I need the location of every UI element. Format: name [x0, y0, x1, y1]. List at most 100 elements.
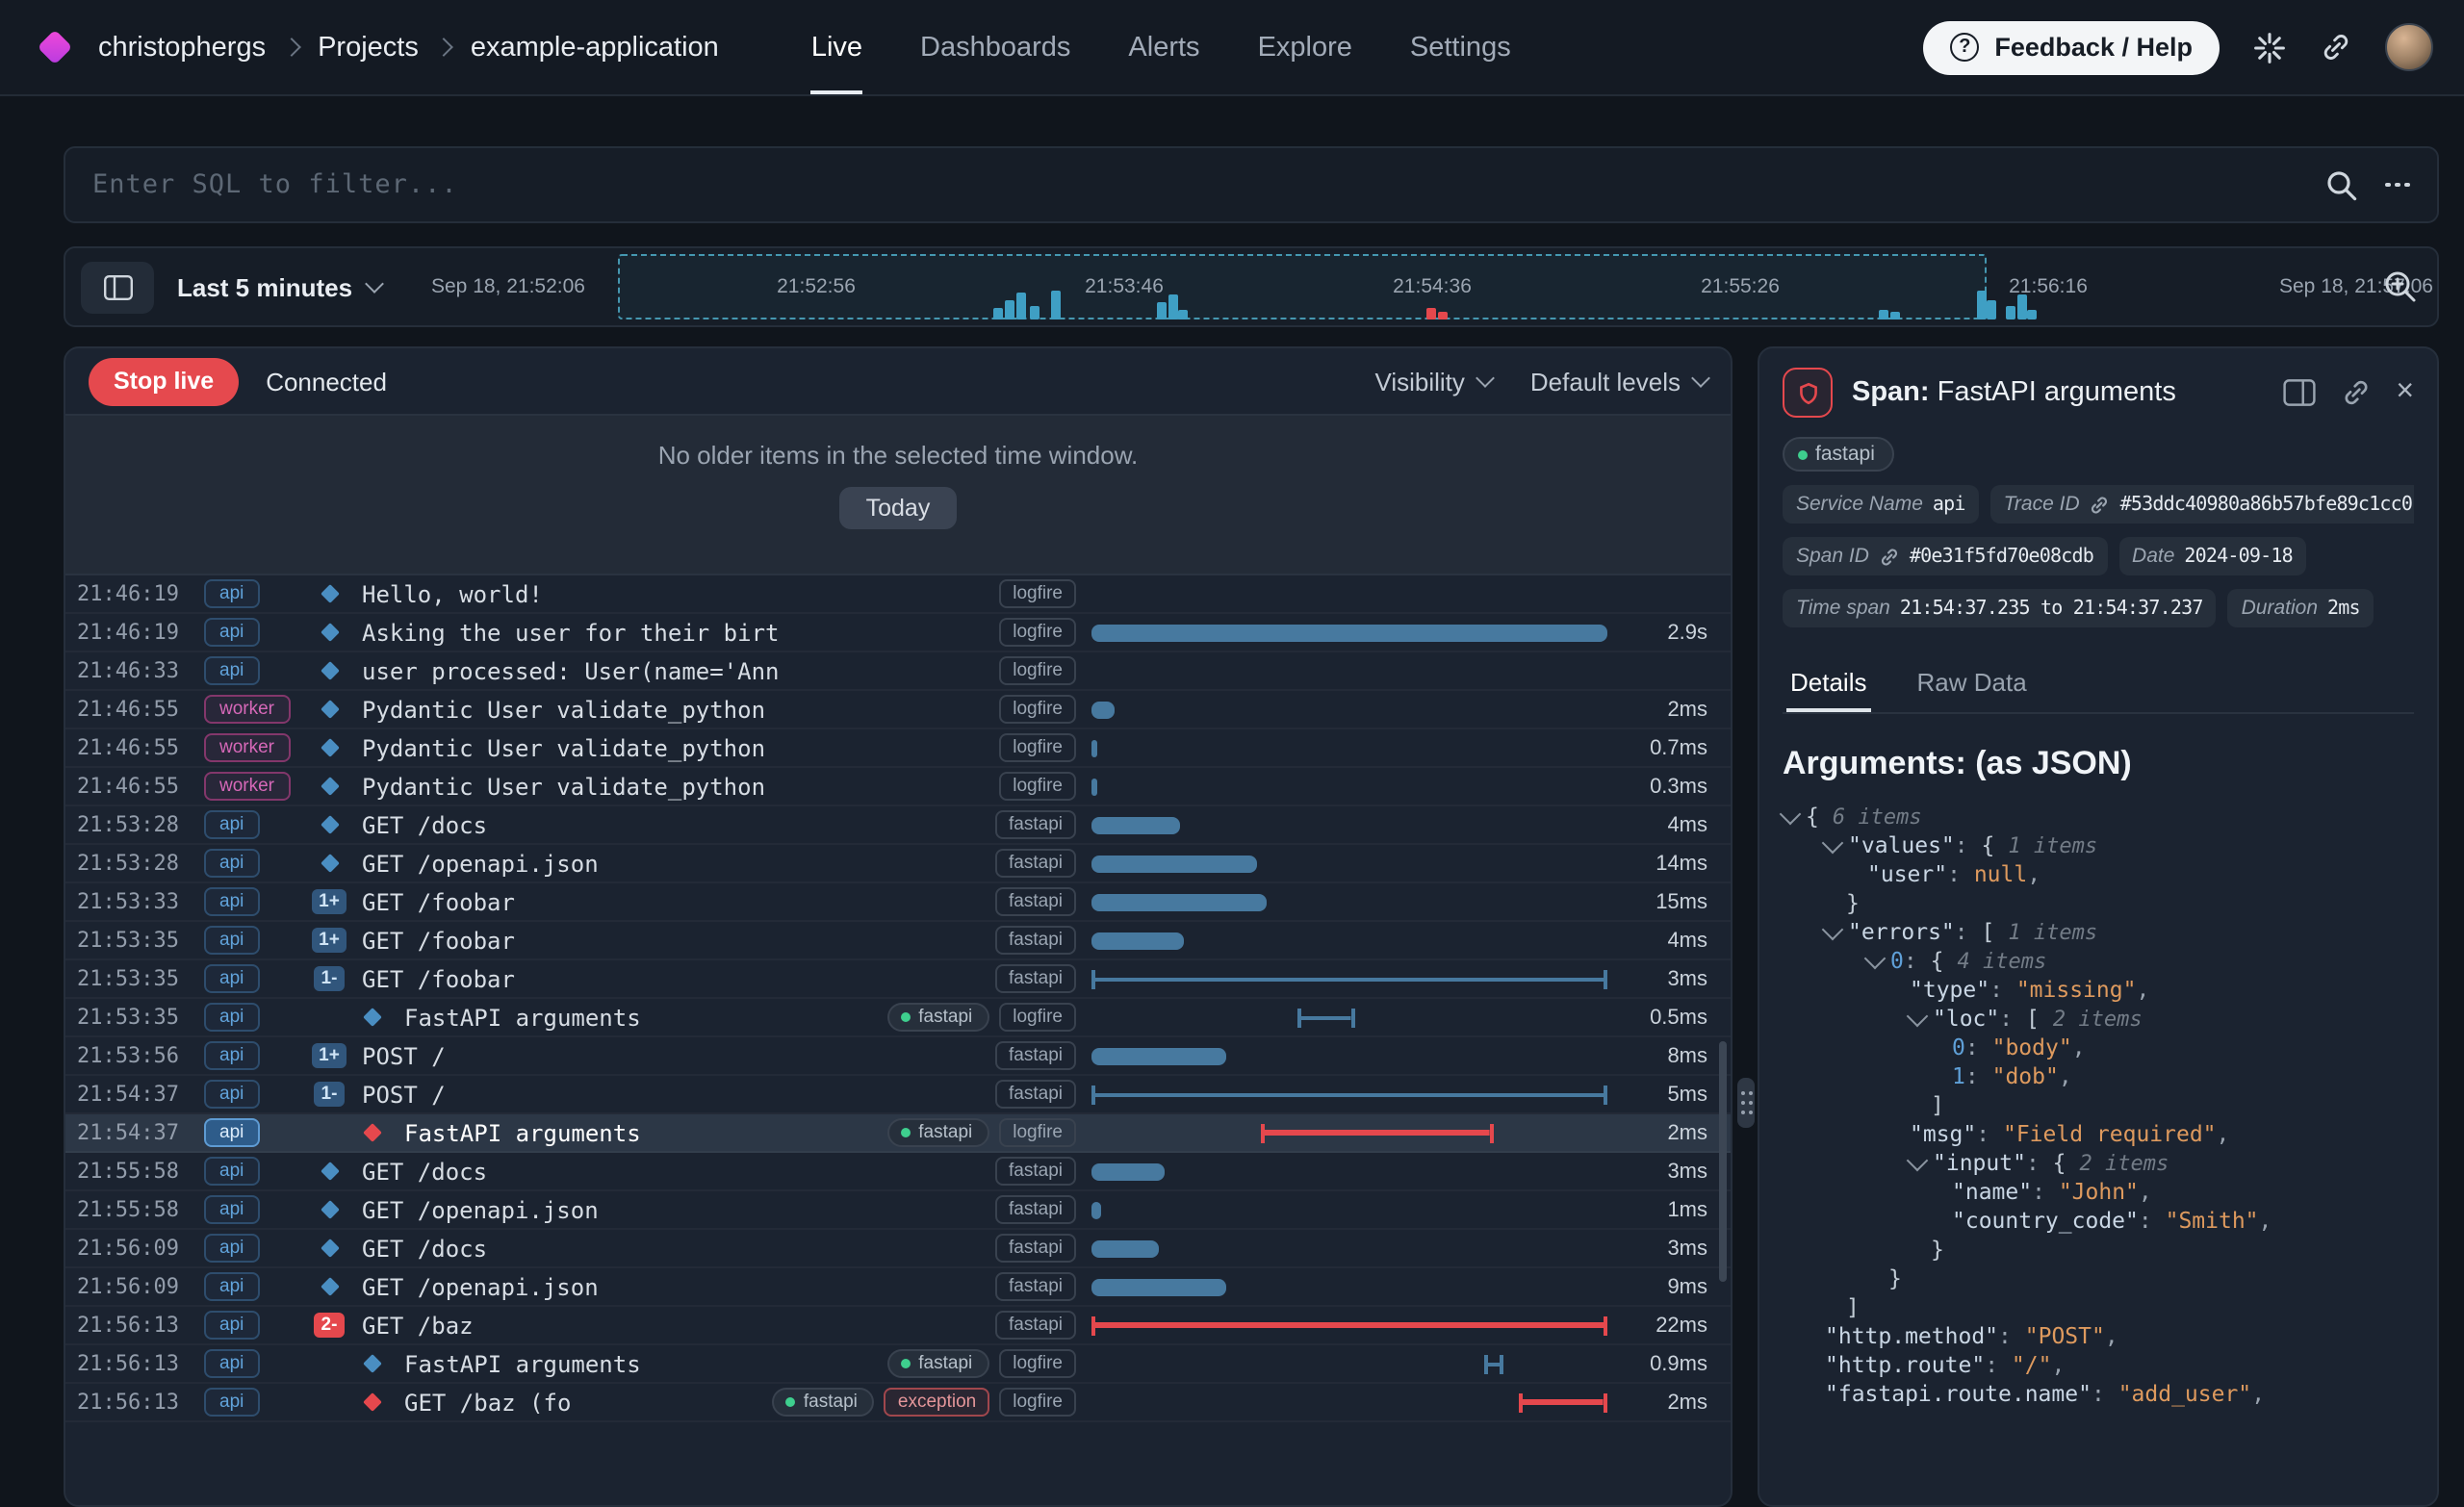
caret-down-icon[interactable] [1780, 803, 1802, 825]
histogram-bar [1890, 312, 1900, 319]
duration-bar [1091, 624, 1607, 641]
log-row[interactable]: 21:53:35api1-GET /foobarfastapi3ms [65, 960, 1731, 999]
logfire-logo-icon[interactable] [38, 30, 73, 65]
expand-collapse-badge[interactable]: 1+ [311, 889, 347, 914]
detail-tab-raw-data[interactable]: Raw Data [1913, 656, 2031, 712]
log-row[interactable]: 21:56:13apiGET /baz (fofastapiexceptionl… [65, 1384, 1731, 1422]
meta-chip-service-name: Service Nameapi [1783, 485, 1979, 524]
log-row[interactable]: 21:56:13api2-GET /bazfastapi22ms [65, 1307, 1731, 1345]
sql-filter-input[interactable]: Enter SQL to filter... [64, 146, 2439, 223]
log-row[interactable]: 21:56:13apiFastAPI argumentsfastapilogfi… [65, 1345, 1731, 1384]
tab-settings[interactable]: Settings [1410, 0, 1511, 94]
row-duration: 22ms [1607, 1314, 1731, 1337]
log-row[interactable]: 21:53:28apiGET /docsfastapi4ms [65, 806, 1731, 845]
row-message: POST / [362, 1081, 980, 1108]
main-content: Stop live Connected Visibility Default l… [64, 346, 2439, 1507]
log-row[interactable]: 21:56:09apiGET /openapi.jsonfastapi9ms [65, 1268, 1731, 1307]
question-circle-icon: ? [1950, 33, 1979, 62]
meta-chip-span-id[interactable]: Span ID#0e31f5fd70e08cdb [1783, 537, 2107, 575]
log-row[interactable]: 21:55:58apiGET /docsfastapi3ms [65, 1153, 1731, 1191]
row-message: Asking the user for their birt [362, 619, 984, 646]
service-tag-api: api [204, 1388, 259, 1417]
sql-filter-placeholder: Enter SQL to filter... [92, 169, 2325, 200]
log-row[interactable]: 21:46:55workerPydantic User validate_pyt… [65, 729, 1731, 768]
service-tag-api: api [204, 1118, 259, 1147]
log-row[interactable]: 21:54:37apiFastAPI argumentsfastapilogfi… [65, 1114, 1731, 1153]
zoom-in-icon[interactable] [2383, 269, 2418, 304]
scope-tag-logfire: logfire [999, 656, 1076, 685]
expand-collapse-badge[interactable]: 1+ [311, 1043, 347, 1068]
expand-collapse-badge[interactable]: 2- [314, 1313, 346, 1338]
today-button[interactable]: Today [839, 487, 958, 529]
nav-tabs: Live Dashboards Alerts Explore Settings [811, 0, 1511, 94]
row-duration: 2.9s [1607, 621, 1731, 644]
visibility-dropdown[interactable]: Visibility [1374, 367, 1491, 396]
json-line: "name": "John", [1783, 1178, 2414, 1207]
row-message: GET /foobar [362, 965, 980, 992]
theme-toggle-icon[interactable] [2252, 30, 2287, 64]
detail-title-text: FastAPI arguments [1938, 377, 2176, 408]
duration-bar [1520, 1392, 1607, 1412]
service-tag-api: api [204, 579, 259, 608]
log-row[interactable]: 21:46:33apiuser processed: User(name='An… [65, 652, 1731, 691]
breadcrumb-item[interactable]: Projects [318, 32, 419, 63]
caret-down-icon[interactable] [1864, 947, 1886, 969]
close-icon[interactable]: × [2396, 377, 2414, 408]
log-row[interactable]: 21:46:19apiAsking the user for their bir… [65, 614, 1731, 652]
info-diamond-icon [320, 1162, 339, 1181]
expand-collapse-badge[interactable]: 1- [314, 1082, 346, 1107]
tab-alerts[interactable]: Alerts [1128, 0, 1199, 94]
breadcrumb-item[interactable]: christophergs [98, 32, 266, 63]
service-tag-api: api [204, 964, 259, 993]
log-row[interactable]: 21:53:33api1+GET /foobarfastapi15ms [65, 883, 1731, 922]
tab-explore[interactable]: Explore [1258, 0, 1352, 94]
row-message: GET /baz (fo [404, 1389, 757, 1416]
detail-header: Span: FastAPI arguments × [1783, 368, 2414, 418]
scope-tag-fastapi: fastapi [995, 887, 1076, 916]
log-row[interactable]: 21:46:55workerPydantic User validate_pyt… [65, 768, 1731, 806]
meta-chip-trace-id[interactable]: Trace ID#53ddc40980a86b57bfe89c1cc01c752… [1990, 485, 2414, 524]
default-levels-dropdown[interactable]: Default levels [1530, 367, 1707, 396]
user-avatar[interactable] [2385, 23, 2433, 71]
breadcrumb-item[interactable]: example-application [471, 32, 719, 63]
drag-handle[interactable] [1736, 1078, 1754, 1128]
log-row[interactable]: 21:53:28apiGET /openapi.jsonfastapi14ms [65, 845, 1731, 883]
detail-tab-details[interactable]: Details [1786, 656, 1871, 712]
log-row[interactable]: 21:53:35apiFastAPI argumentsfastapilogfi… [65, 999, 1731, 1037]
log-row[interactable]: 21:46:19apiHello, world!logfire [65, 575, 1731, 614]
expand-collapse-badge[interactable]: 1- [314, 966, 346, 991]
copy-link-icon[interactable] [2340, 377, 2371, 408]
feedback-help-button[interactable]: ? Feedback / Help [1923, 20, 2220, 74]
scrollbar-thumb[interactable] [1719, 1041, 1727, 1282]
green-dot-icon [901, 1128, 911, 1137]
info-diamond-icon [362, 1008, 381, 1027]
meta-rows: Service Nameapi Trace ID#53ddc40980a86b57… [1783, 485, 2414, 627]
layout-columns-icon[interactable] [2282, 379, 2315, 406]
share-link-icon[interactable] [2320, 31, 2352, 64]
scope-tag-fastapi: fastapi [887, 1118, 989, 1147]
expand-collapse-badge[interactable]: 1+ [311, 928, 347, 953]
log-row[interactable]: 21:53:56api1+POST /fastapi8ms [65, 1037, 1731, 1076]
caret-down-icon[interactable] [1822, 831, 1844, 854]
info-diamond-icon [320, 700, 339, 719]
row-timestamp: 21:53:35 [77, 966, 189, 991]
tab-dashboards[interactable]: Dashboards [920, 0, 1070, 94]
row-message: FastAPI arguments [404, 1119, 872, 1146]
caret-down-icon[interactable] [1907, 1005, 1929, 1027]
overflow-menu-icon[interactable] [2385, 182, 2410, 187]
log-row[interactable]: 21:46:55workerPydantic User validate_pyt… [65, 691, 1731, 729]
stop-live-button[interactable]: Stop live [89, 357, 239, 405]
caret-down-icon[interactable] [1907, 1149, 1929, 1171]
log-row[interactable]: 21:56:09apiGET /docsfastapi3ms [65, 1230, 1731, 1268]
timeline[interactable]: Sep 18, 21:52:0621:52:5621:53:4621:54:36… [65, 248, 2437, 325]
tab-live[interactable]: Live [811, 0, 862, 94]
search-icon[interactable] [2325, 168, 2358, 201]
log-row[interactable]: 21:54:37api1-POST /fastapi5ms [65, 1076, 1731, 1114]
json-line: 0: {4 items [1783, 947, 2414, 976]
detail-tabs: Details Raw Data [1783, 656, 2414, 714]
row-duration: 0.9ms [1607, 1352, 1731, 1375]
row-timestamp: 21:56:13 [77, 1313, 189, 1338]
log-row[interactable]: 21:55:58apiGET /openapi.jsonfastapi1ms [65, 1191, 1731, 1230]
caret-down-icon[interactable] [1822, 918, 1844, 940]
log-row[interactable]: 21:53:35api1+GET /foobarfastapi4ms [65, 922, 1731, 960]
